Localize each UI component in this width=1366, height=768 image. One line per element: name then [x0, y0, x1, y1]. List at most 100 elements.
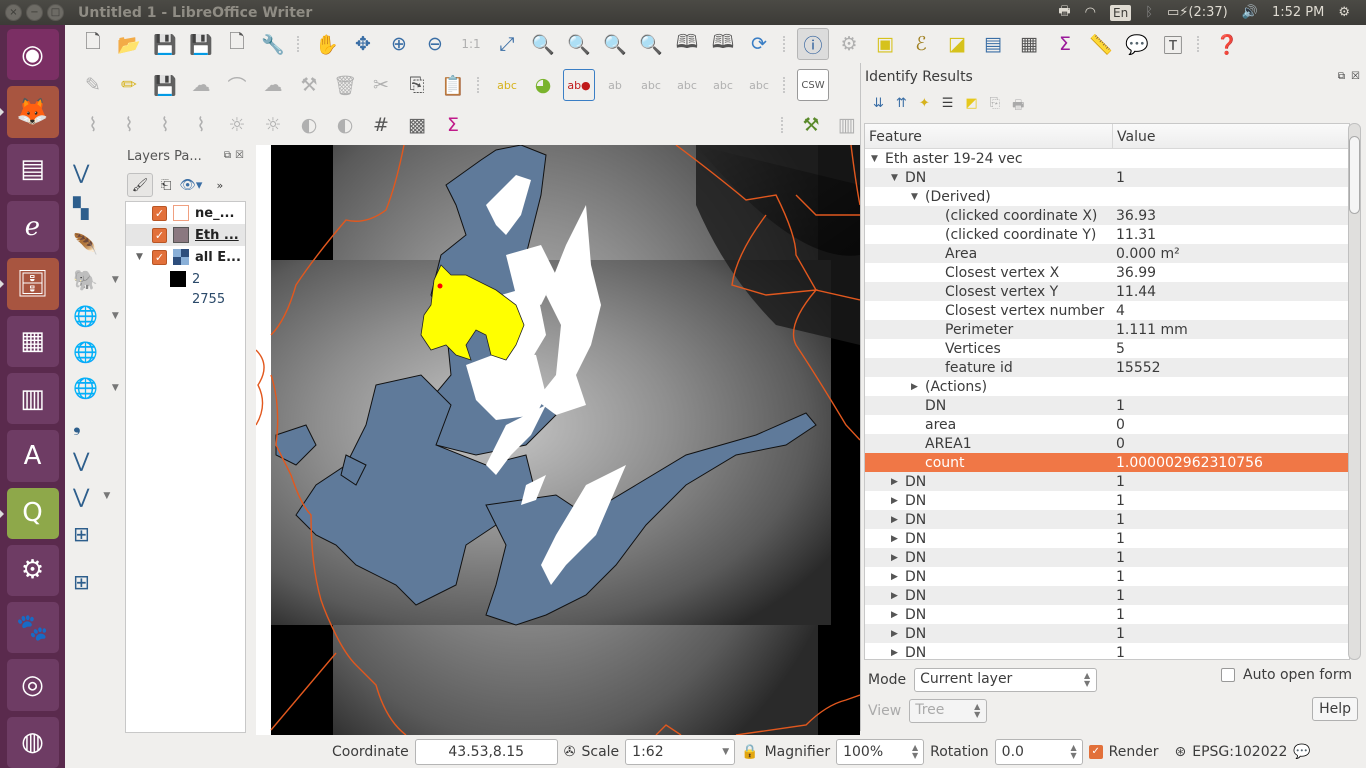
collapsed-arrow-icon[interactable]: ▶: [891, 553, 905, 563]
tree-row[interactable]: DN 1: [865, 396, 1349, 415]
launcher-ubuntu-dash[interactable]: ◉: [6, 29, 59, 81]
save-project-icon[interactable]: 💾: [149, 28, 181, 60]
rotation-spinbox[interactable]: 0.0 ▲ ▼: [994, 738, 1083, 765]
new-project-icon[interactable]: 🗋: [77, 28, 109, 60]
tree-row[interactable]: ▶ DN 1: [865, 472, 1349, 491]
tree-row[interactable]: AREA1 0: [865, 434, 1349, 453]
tree-row[interactable]: Closest vertex X 36.99: [865, 263, 1349, 282]
zoom-out-icon[interactable]: ⊖: [419, 28, 451, 60]
lock-scale-icon[interactable]: 🔒: [741, 744, 758, 760]
collapsed-arrow-icon[interactable]: ▶: [891, 572, 905, 582]
add-wcs-layer-icon[interactable]: 🌐: [73, 335, 113, 369]
tree-row[interactable]: ▶ DN 1: [865, 586, 1349, 605]
window-maximize-button[interactable]: □: [47, 4, 64, 21]
messages-icon[interactable]: 💬: [1293, 744, 1310, 760]
identify-features-icon[interactable]: ⓘ: [797, 28, 829, 60]
tree-row[interactable]: ▶ DN 1: [865, 605, 1349, 624]
layer-item-eth[interactable]: ✓ Eth ...: [126, 224, 245, 246]
zoom-to-selection-icon[interactable]: 🔍: [527, 28, 559, 60]
style-manager-button[interactable]: 🖌: [127, 173, 153, 197]
collapsed-arrow-icon[interactable]: ▶: [891, 629, 905, 639]
layer-visibility-checkbox[interactable]: ✓: [152, 249, 167, 265]
collapsed-arrow-icon[interactable]: ▶: [891, 496, 905, 506]
geoprocessing-tools-icon[interactable]: ⚒: [795, 109, 827, 141]
more-tools-chevron-icon[interactable]: »: [216, 179, 223, 192]
printer-icon[interactable]: 🖶: [1058, 2, 1070, 24]
tree-row[interactable]: ▼ Eth aster 19-24 vec: [865, 149, 1349, 168]
node-tool-icon[interactable]: ⚒: [293, 69, 325, 101]
chevron-down-icon[interactable]: ▼: [112, 383, 119, 393]
layer-diagram-icon[interactable]: ◕: [527, 69, 559, 101]
decrease-brightness-icon[interactable]: ☼: [257, 109, 289, 141]
wifi-icon[interactable]: ◠: [1085, 5, 1096, 20]
add-virtual-layer-icon[interactable]: ⋁: [73, 443, 113, 477]
tree-row[interactable]: ▶ (Actions): [865, 377, 1349, 396]
mode-select[interactable]: Current layer ▲ ▼: [914, 668, 1098, 692]
select-features-icon[interactable]: ▣: [869, 28, 901, 60]
preview-labels-icon[interactable]: abc: [635, 69, 667, 101]
copy-features-icon[interactable]: ⎘: [401, 69, 433, 101]
launcher-rhythmbox[interactable]: ◎: [6, 659, 59, 711]
scale-combobox[interactable]: 1:62 ▼: [625, 738, 736, 765]
close-panel-icon[interactable]: ☒: [235, 150, 244, 161]
vertex-tool-icon[interactable]: ⌒: [221, 69, 253, 101]
tree-row[interactable]: (clicked coordinate X) 36.93: [865, 206, 1349, 225]
toolbar-grip[interactable]: [297, 36, 303, 52]
view-select[interactable]: Tree ▲ ▼: [909, 699, 988, 723]
expand-arrow-icon[interactable]: ▼: [136, 252, 152, 262]
tree-row[interactable]: Closest vertex Y 11.44: [865, 282, 1349, 301]
clear-highlights-icon[interactable]: ◩: [965, 96, 977, 118]
launcher-calculator[interactable]: ▦: [6, 315, 59, 367]
launcher-qgis[interactable]: Q: [0, 487, 59, 539]
close-panel-icon[interactable]: ☒: [1351, 71, 1360, 82]
move-feature-icon[interactable]: ☁: [257, 69, 289, 101]
crs-button[interactable]: EPSG:102022: [1192, 744, 1287, 760]
zoom-to-layer-icon[interactable]: 🔍: [563, 28, 595, 60]
csw-metasearch-icon[interactable]: CSW: [797, 69, 829, 101]
scrollbar-thumb[interactable]: [1349, 136, 1360, 214]
add-group-icon[interactable]: ⎗: [161, 178, 171, 193]
expand-all-icon[interactable]: ⇊: [873, 96, 884, 118]
print-icon[interactable]: 🖶: [1012, 96, 1024, 118]
georeferencer-grid-icon[interactable]: #: [365, 109, 397, 141]
collapsed-arrow-icon[interactable]: ▶: [911, 382, 925, 392]
coordinate-field[interactable]: 43.53,8.15: [414, 738, 558, 765]
power-gear-icon[interactable]: ⚙: [1338, 5, 1350, 20]
battery-indicator[interactable]: ▭⚡(2:37): [1167, 5, 1228, 20]
toolbar-grip[interactable]: [477, 77, 483, 93]
increase-brightness-icon[interactable]: ☼: [221, 109, 253, 141]
help-icon[interactable]: ❓: [1211, 28, 1243, 60]
attribute-table-icon[interactable]: ▤: [977, 28, 1009, 60]
magnifier-spinbox[interactable]: 100% ▲ ▼: [836, 738, 925, 765]
chevron-down-icon[interactable]: ▼: [103, 491, 110, 501]
launcher-system-settings[interactable]: ⚙: [6, 544, 59, 597]
toolbar-grip[interactable]: [783, 77, 789, 93]
run-feature-action-icon[interactable]: ⚙: [833, 28, 865, 60]
composer-manager-icon[interactable]: 🔧: [257, 28, 289, 60]
expanded-arrow-icon[interactable]: ▼: [871, 154, 885, 164]
change-label-icon[interactable]: abc: [743, 69, 775, 101]
tree-row[interactable]: ▶ DN 1: [865, 510, 1349, 529]
spinner-arrows-icon[interactable]: ▲ ▼: [1071, 743, 1077, 760]
map-canvas[interactable]: [256, 145, 860, 735]
column-header-value[interactable]: Value: [1113, 124, 1159, 148]
add-wfs-layer-icon[interactable]: 🌐 ▼: [73, 371, 119, 405]
zoom-full-icon[interactable]: ⤢: [491, 28, 523, 60]
pin-labels-icon[interactable]: ab●: [563, 69, 595, 101]
crs-globe-icon[interactable]: ⊛: [1175, 744, 1187, 760]
open-project-icon[interactable]: 📂: [113, 28, 145, 60]
collapsed-arrow-icon[interactable]: ▶: [891, 591, 905, 601]
tree-row[interactable]: ▶ DN 1: [865, 624, 1349, 643]
measure-line-icon[interactable]: 📏: [1085, 28, 1117, 60]
layer-labeling-icon[interactable]: abc: [491, 69, 523, 101]
print-layout-icon[interactable]: ▥: [831, 109, 863, 141]
refresh-icon[interactable]: ⟳: [743, 28, 775, 60]
paste-features-icon[interactable]: 📋: [437, 69, 469, 101]
spinner-arrows-icon[interactable]: ▲ ▼: [912, 743, 918, 760]
auto-open-form-checkbox[interactable]: [1221, 668, 1235, 682]
add-spatialite-layer-icon[interactable]: 🪶: [73, 227, 113, 261]
layer-visibility-checkbox[interactable]: ✓: [152, 205, 167, 221]
bluetooth-icon[interactable]: ᛒ: [1145, 5, 1153, 20]
expand-new-results-icon[interactable]: ✦: [919, 96, 930, 118]
tree-row[interactable]: count 1.000002962310756: [865, 453, 1349, 472]
